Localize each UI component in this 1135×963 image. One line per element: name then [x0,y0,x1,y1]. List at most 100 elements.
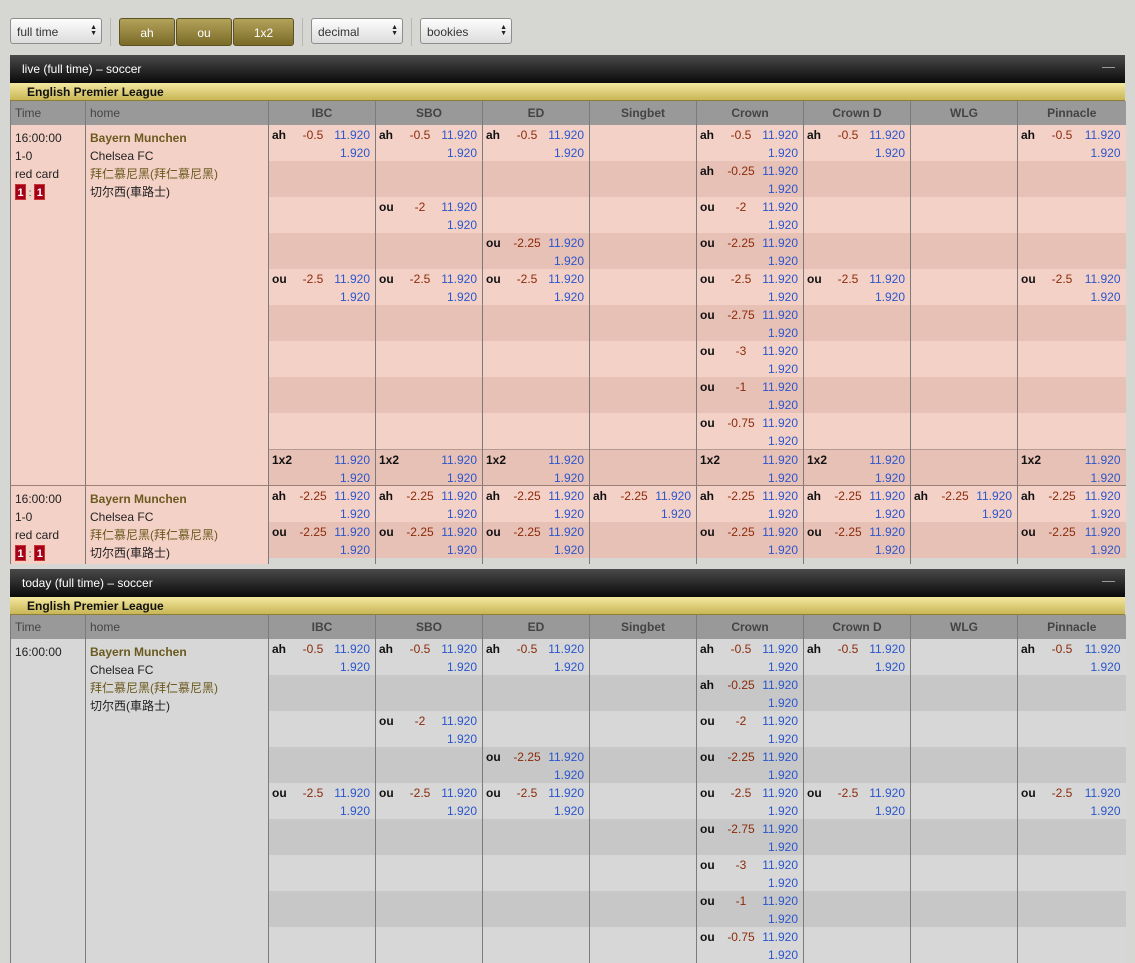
collapse-icon[interactable]: — [1102,573,1115,588]
odds-value[interactable]: 1.920 [447,732,477,746]
odds-value[interactable]: 1.920 [340,290,370,304]
odds-value[interactable]: 11.920 [869,642,905,656]
odds-value[interactable]: 1.920 [768,912,798,926]
odds-value[interactable]: 1.920 [768,696,798,710]
odds-value[interactable]: 1.920 [875,471,905,485]
period-select[interactable]: full time ▲ ▼ [10,18,102,44]
odds-value[interactable]: 1.920 [768,434,798,448]
odds-value[interactable]: 11.920 [762,308,798,322]
bookie-header[interactable]: Crown D [803,101,911,125]
bookie-header[interactable]: Singbet [589,615,697,639]
odds-value[interactable]: 11.920 [869,453,905,467]
odds-value[interactable]: 1.920 [768,362,798,376]
bookie-header[interactable]: ED [482,615,590,639]
bookies-select[interactable]: bookies ▲ ▼ [420,18,512,44]
odds-value[interactable]: 1.920 [554,471,584,485]
odds-value[interactable]: 1.920 [447,660,477,674]
bookie-header[interactable]: SBO [375,101,483,125]
bookie-header[interactable]: Singbet [589,101,697,125]
odds-value[interactable]: 1.920 [554,660,584,674]
odds-value[interactable]: 11.920 [441,489,477,503]
odds-value[interactable]: 11.920 [334,489,370,503]
odds-value[interactable]: 1.920 [768,182,798,196]
odds-value[interactable]: 11.920 [762,453,798,467]
odds-value[interactable]: 11.920 [762,272,798,286]
odds-value[interactable]: 1.920 [875,290,905,304]
odds-value[interactable]: 11.920 [762,786,798,800]
odds-value[interactable]: 1.920 [340,660,370,674]
odds-value[interactable]: 1.920 [447,543,477,557]
bookie-header[interactable]: Crown D [803,615,911,639]
odds-value[interactable]: 1.920 [768,290,798,304]
odds-value[interactable]: 11.920 [1085,453,1121,467]
odds-value[interactable]: 1.920 [340,543,370,557]
odds-value[interactable]: 1.920 [340,507,370,521]
odds-value[interactable]: 11.920 [548,786,584,800]
odds-value[interactable]: 11.920 [548,525,584,539]
odds-value[interactable]: 11.920 [762,525,798,539]
bookie-header[interactable]: Crown [696,101,804,125]
odds-value[interactable]: 11.920 [869,128,905,142]
odds-value[interactable]: 11.920 [1085,128,1121,142]
odds-value[interactable]: 11.920 [1085,489,1121,503]
odds-value[interactable]: 11.920 [1085,642,1121,656]
odds-value[interactable]: 1.920 [554,507,584,521]
odds-value[interactable]: 1.920 [447,218,477,232]
odds-value[interactable]: 11.920 [762,750,798,764]
odds-value[interactable]: 11.920 [334,525,370,539]
away-team-name[interactable]: Chelsea FC [90,661,268,679]
odds-value[interactable]: 1.920 [768,146,798,160]
odds-value[interactable]: 11.920 [441,453,477,467]
odds-value[interactable]: 11.920 [1085,786,1121,800]
odds-value[interactable]: 11.920 [762,678,798,692]
odds-value[interactable]: 1.920 [340,804,370,818]
odds-value[interactable]: 1.920 [768,948,798,962]
odds-value[interactable]: 11.920 [441,642,477,656]
odds-value[interactable]: 1.920 [1090,290,1120,304]
odds-value[interactable]: 1.920 [554,254,584,268]
odds-value[interactable]: 1.920 [1090,804,1120,818]
odds-value[interactable]: 11.920 [334,272,370,286]
odds-value[interactable]: 11.920 [762,489,798,503]
odds-value[interactable]: 1.920 [1090,660,1120,674]
odds-value[interactable]: 11.920 [655,489,691,503]
market-button-ou[interactable]: ou [176,18,232,46]
odds-value[interactable]: 11.920 [869,786,905,800]
odds-value[interactable]: 1.920 [340,146,370,160]
odds-value[interactable]: 11.920 [548,453,584,467]
odds-value[interactable]: 1.920 [768,543,798,557]
home-team-name[interactable]: Bayern Munchen [90,490,268,508]
odds-value[interactable]: 1.920 [554,543,584,557]
odds-value[interactable]: 11.920 [334,642,370,656]
odds-value[interactable]: 11.920 [441,128,477,142]
odds-value[interactable]: 1.920 [768,218,798,232]
odds-value[interactable]: 11.920 [548,750,584,764]
odds-value[interactable]: 1.920 [875,804,905,818]
odds-value[interactable]: 1.920 [554,290,584,304]
odds-value[interactable]: 11.920 [762,642,798,656]
odds-value[interactable]: 11.920 [334,128,370,142]
bookie-header[interactable]: Pinnacle [1017,615,1126,639]
odds-value[interactable]: 1.920 [768,804,798,818]
odds-value[interactable]: 1.920 [768,507,798,521]
odds-value[interactable]: 11.920 [1085,272,1121,286]
away-team-name[interactable]: Chelsea FC [90,147,268,165]
odds-value[interactable]: 1.920 [768,768,798,782]
odds-value[interactable]: 1.920 [447,507,477,521]
odds-value[interactable]: 1.920 [768,840,798,854]
odds-value[interactable]: 11.920 [762,714,798,728]
odds-value[interactable]: 1.920 [875,543,905,557]
odds-value[interactable]: 1.920 [661,507,691,521]
odds-value[interactable]: 1.920 [554,768,584,782]
bookie-header[interactable]: IBC [268,615,376,639]
odds-value[interactable]: 1.920 [447,146,477,160]
bookie-header[interactable]: WLG [910,101,1018,125]
odds-value[interactable]: 1.920 [768,326,798,340]
odds-value[interactable]: 1.920 [447,290,477,304]
odds-value[interactable]: 11.920 [869,489,905,503]
odds-format-select[interactable]: decimal ▲ ▼ [311,18,403,44]
odds-value[interactable]: 1.920 [768,398,798,412]
odds-value[interactable]: 11.920 [441,272,477,286]
odds-value[interactable]: 1.920 [768,471,798,485]
odds-value[interactable]: 1.920 [1090,146,1120,160]
